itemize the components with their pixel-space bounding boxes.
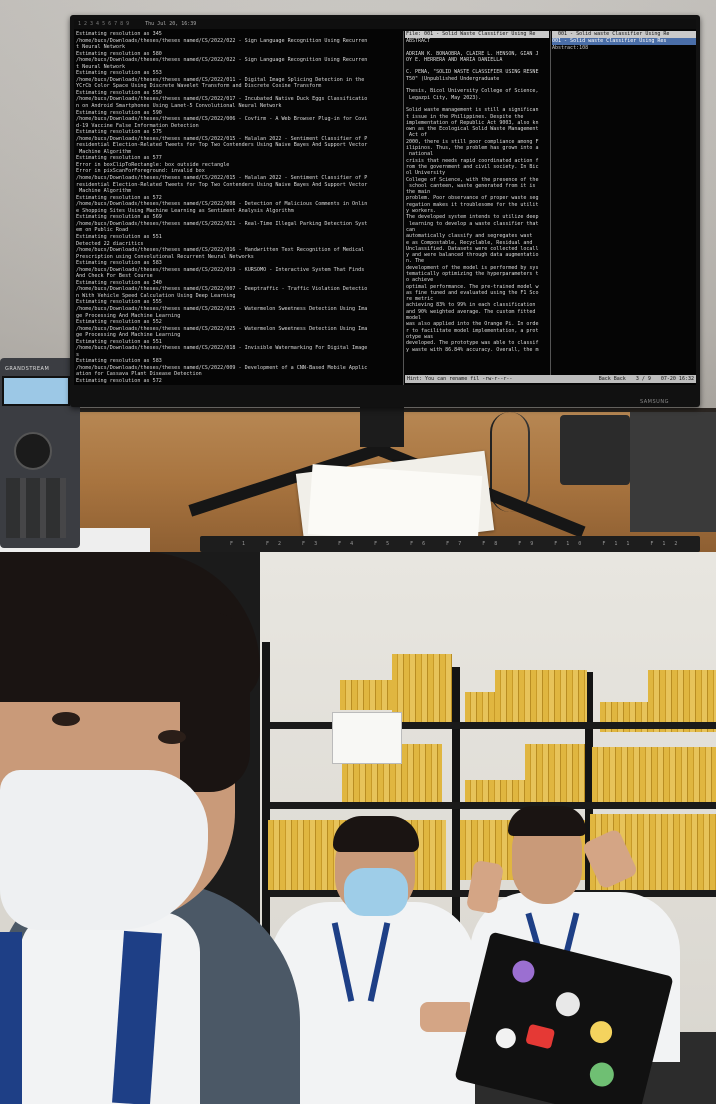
- selfie-person-lanyard: [0, 932, 22, 1104]
- selfie-person-eye: [158, 730, 186, 744]
- status-hint: Hint: You can rename fil -rw-r--r--: [407, 376, 513, 382]
- paper-stack-top: [307, 464, 483, 546]
- phone-lcd-screen: [2, 376, 70, 406]
- viewer-line: y and were balanced through data augment…: [406, 252, 539, 259]
- viewer-line: automatically classify and segregates wa…: [406, 233, 533, 240]
- file-list-item[interactable]: Abstract:108: [552, 45, 696, 52]
- viewer-line: ADRIAN K. BONAOBRA, CLAIRE L. HENSON, GI…: [406, 50, 539, 57]
- middle-person-surgical-mask: [344, 868, 408, 916]
- file-list-selected-item[interactable]: 001 - Solid waste Classifier Using Res: [552, 38, 696, 45]
- workspace-tag[interactable]: 7: [114, 21, 117, 27]
- monitor-stand-neck: [360, 407, 404, 447]
- bottom-photo-selfie: [0, 552, 716, 1104]
- viewer-line: developed. The prototype was able to cla…: [406, 340, 539, 347]
- viewer-line: The developed system intends to utilize …: [406, 214, 539, 221]
- status-time: 07-20 16:32: [660, 376, 694, 382]
- workspace-tag[interactable]: 1: [78, 21, 81, 27]
- laptop-sticker: [493, 1026, 518, 1051]
- terminal-line: /home/bucs/Downloads/theses/theses named…: [76, 305, 368, 312]
- right-shelf-box: [630, 412, 716, 532]
- window-manager-bar: 1 2 3 4 5 6 7 8 9 Thu Jul 20, 16:39: [74, 19, 696, 29]
- terminal-line: Estimating resolution as 572: [76, 377, 162, 383]
- viewer-line: e as Compostable, Recyclable, Residual a…: [406, 239, 533, 246]
- viewer-header: File: 001 - Solid Waste Classifier Using…: [405, 31, 549, 38]
- terminal-line: /home/bucs/Downloads/theses/theses named…: [76, 201, 368, 208]
- terminal-line: /home/bucs/Downloads/theses/theses named…: [76, 57, 368, 64]
- shelf-board: [270, 802, 716, 809]
- workspace-tag[interactable]: 6: [108, 21, 111, 27]
- viewer-line: crisis that needs rapid coordinated acti…: [406, 157, 539, 164]
- workspace-tag[interactable]: 3: [90, 21, 93, 27]
- workspace-tag[interactable]: 9: [126, 21, 129, 27]
- book-row: [592, 747, 716, 807]
- viewer-line: C. PEÑA, "SOLID WASTE CLASSIFIER USING R…: [406, 69, 539, 76]
- terminal-output[interactable]: Estimating resolution as 345/home/bucs/D…: [76, 31, 402, 383]
- viewer-body: ABSTRACT ADRIAN K. BONAOBRA, CLAIRE L. H…: [405, 38, 549, 353]
- workspace-tag[interactable]: 2: [84, 21, 87, 27]
- middle-person-hair: [333, 816, 419, 852]
- viewer-line: College of Science, with the presence of…: [406, 176, 539, 183]
- phone-keypad: [6, 478, 66, 538]
- viewer-line: Thesis, Bicol University College of Scie…: [406, 88, 539, 95]
- status-page: 3 / 9: [635, 376, 651, 382]
- workspace-tag[interactable]: 5: [102, 21, 105, 27]
- keyboard-function-keys: F1 F2 F3 F4 F5 F6 F7 F8 F9 F10 F11 F12: [230, 541, 687, 547]
- pane-divider: [403, 31, 404, 385]
- viewer-line: achieving 83% to 99% in each classificat…: [406, 302, 536, 309]
- monitor-screen: 1 2 3 4 5 6 7 8 9 Thu Jul 20, 16:39 Esti…: [74, 19, 696, 385]
- status-back: Back Back: [598, 376, 626, 382]
- laptop-sticker: [587, 1059, 617, 1090]
- viewer-line: problem. Poor observance of proper waste…: [406, 195, 539, 202]
- shelf-paper-sign: [332, 712, 402, 764]
- terminal-line: /home/bucs/Downloads/theses/theses named…: [76, 247, 365, 254]
- selfie-person-shirt: [20, 912, 200, 1104]
- viewer-line: Solid waste management is still a signif…: [406, 107, 539, 114]
- viewer-line: and 90% weighted average. The custom fit…: [406, 308, 536, 315]
- viewer-line: optimal performance. The pre-trained mod…: [406, 283, 539, 290]
- phone-dpad: [14, 432, 52, 470]
- selfie-person-face-mask: [0, 770, 208, 930]
- viewer-line: was also applied into the Orange Pi. In …: [406, 321, 539, 328]
- laptop-sticker: [510, 958, 537, 985]
- phone-brand-label: GRANDSTREAM: [5, 366, 50, 372]
- terminal-line: /home/bucs/Downloads/theses/theses named…: [76, 116, 368, 123]
- right-person-hair: [508, 806, 586, 836]
- top-photo-monitor-desk: F1 F2 F3 F4 F5 F6 F7 F8 F9 F10 F11 F12 G…: [0, 0, 716, 552]
- viewer-line: learning to develop a waste classifier t…: [406, 220, 539, 227]
- laptop-sticker: [525, 1023, 556, 1050]
- terminal-line: /home/bucs/Downloads/theses/theses named…: [76, 175, 368, 182]
- monitor-brand-label: SAMSUNG: [640, 399, 669, 405]
- terminal-line: residential Election-Related Tweets for …: [76, 142, 368, 149]
- laptop-sticker: [553, 989, 583, 1019]
- text-file-viewer[interactable]: File: 001 - Solid Waste Classifier Using…: [405, 31, 549, 383]
- workspace-tag[interactable]: 8: [120, 21, 123, 27]
- book-stack: [495, 670, 587, 722]
- terminal-line: /home/bucs/Downloads/theses/theses named…: [76, 286, 368, 293]
- viewer-line: y waste with 86.84% accuracy. Overall, t…: [406, 346, 539, 353]
- pane-divider: [550, 31, 551, 383]
- file-list-pane[interactable]: 001 - Solid waste Classifier Using Re 00…: [552, 31, 696, 383]
- terminal-line: /home/bucs/Downloads/theses/theses named…: [76, 345, 368, 352]
- selfie-person-hair-side: [180, 612, 250, 792]
- workspace-tag[interactable]: 4: [96, 21, 99, 27]
- desk-device: [560, 415, 630, 485]
- laptop-sticker: [587, 1018, 615, 1046]
- book-row: [525, 744, 585, 802]
- clock: Thu Jul 20, 16:39: [145, 21, 197, 27]
- viewer-status-bar: Hint: You can rename fil -rw-r--r-- Back…: [405, 375, 696, 383]
- file-list-header: 001 - Solid waste Classifier Using Re: [552, 31, 696, 38]
- selfie-person-eye: [52, 712, 80, 726]
